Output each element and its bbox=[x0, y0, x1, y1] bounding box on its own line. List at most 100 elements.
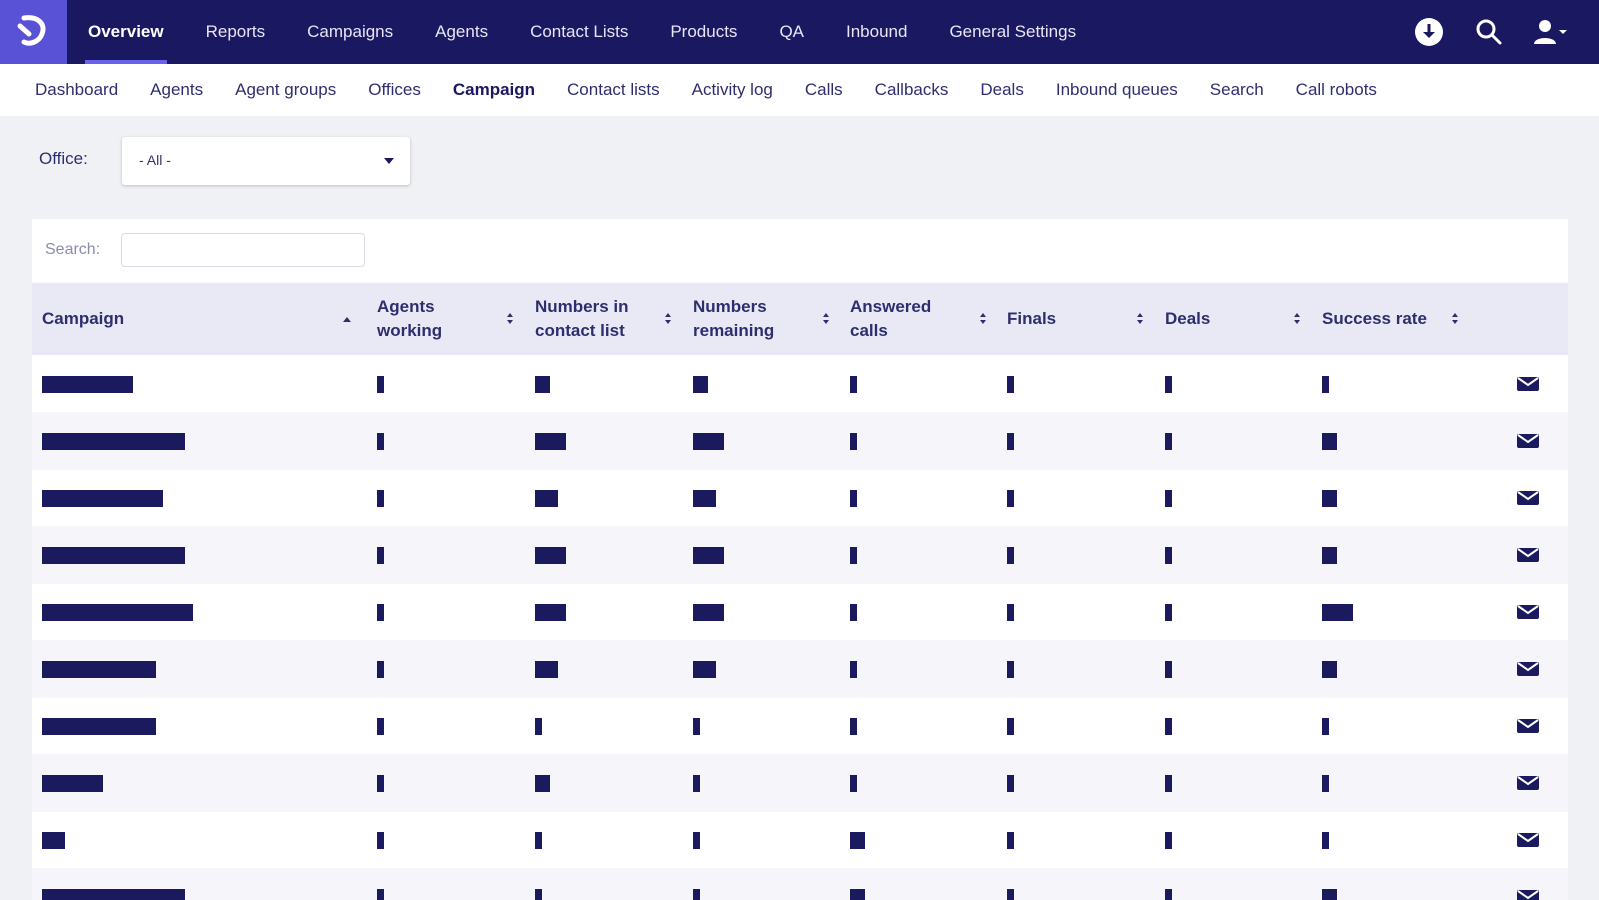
mail-icon[interactable] bbox=[1516, 603, 1540, 621]
redacted-cell-answered-calls bbox=[850, 604, 857, 621]
sort-icon[interactable] bbox=[507, 313, 515, 325]
app-logo[interactable] bbox=[0, 0, 67, 64]
column-header-deals[interactable]: Deals bbox=[1165, 283, 1280, 355]
nav-campaigns[interactable]: Campaigns bbox=[286, 0, 414, 64]
table-row[interactable] bbox=[32, 355, 1568, 413]
subnav-calls[interactable]: Calls bbox=[789, 64, 859, 116]
subnav-call-robots[interactable]: Call robots bbox=[1280, 64, 1393, 116]
redacted-cell-finals bbox=[1007, 376, 1014, 393]
user-menu-icon[interactable] bbox=[1533, 16, 1569, 48]
redacted-cell-success-rate bbox=[1322, 490, 1337, 507]
redacted-cell-agents-working bbox=[377, 376, 384, 393]
nav-qa[interactable]: QA bbox=[758, 0, 825, 64]
table-row[interactable] bbox=[32, 526, 1568, 584]
table-row[interactable] bbox=[32, 469, 1568, 527]
redacted-cell-campaign[interactable] bbox=[42, 718, 156, 735]
nav-products[interactable]: Products bbox=[649, 0, 758, 64]
redacted-cell-campaign[interactable] bbox=[42, 490, 163, 507]
table-row[interactable] bbox=[32, 754, 1568, 812]
mail-icon[interactable] bbox=[1516, 432, 1540, 450]
subnav-inbound-queues[interactable]: Inbound queues bbox=[1040, 64, 1194, 116]
column-header-success-rate[interactable]: Success rate bbox=[1322, 283, 1447, 355]
redacted-cell-agents-working bbox=[377, 775, 384, 792]
table-row[interactable] bbox=[32, 640, 1568, 698]
column-header-label: Deals bbox=[1165, 309, 1211, 328]
redacted-cell-answered-calls bbox=[850, 490, 857, 507]
redacted-cell-campaign[interactable] bbox=[42, 889, 185, 900]
mail-icon[interactable] bbox=[1516, 888, 1540, 900]
redacted-cell-agents-working bbox=[377, 661, 384, 678]
nav-contact-lists[interactable]: Contact Lists bbox=[509, 0, 649, 64]
sort-icon[interactable] bbox=[1294, 313, 1302, 325]
column-header-numbers-in-contact-list[interactable]: Numbers in contact list bbox=[535, 283, 650, 355]
mail-icon[interactable] bbox=[1516, 375, 1540, 393]
nav-general-settings[interactable]: General Settings bbox=[928, 0, 1097, 64]
subnav-agent-groups[interactable]: Agent groups bbox=[219, 64, 352, 116]
sort-icon[interactable] bbox=[1137, 313, 1145, 325]
subnav-offices[interactable]: Offices bbox=[352, 64, 437, 116]
subnav-deals[interactable]: Deals bbox=[964, 64, 1039, 116]
column-header-label: Answered calls bbox=[850, 297, 932, 340]
subnav-search[interactable]: Search bbox=[1194, 64, 1280, 116]
redacted-cell-numbers-in-contact-list bbox=[535, 490, 558, 507]
redacted-cell-answered-calls bbox=[850, 661, 857, 678]
office-select[interactable]: - All - bbox=[122, 137, 410, 185]
column-header-finals[interactable]: Finals bbox=[1007, 283, 1122, 355]
column-header-campaign[interactable]: Campaign bbox=[42, 283, 354, 355]
subnav-callbacks[interactable]: Callbacks bbox=[859, 64, 965, 116]
mail-icon[interactable] bbox=[1516, 831, 1540, 849]
column-header-numbers-remaining[interactable]: Numbers remaining bbox=[693, 283, 808, 355]
redacted-cell-campaign[interactable] bbox=[42, 604, 193, 621]
redacted-cell-finals bbox=[1007, 547, 1014, 564]
table-row[interactable] bbox=[32, 868, 1568, 900]
table-row[interactable] bbox=[32, 583, 1568, 641]
subnav-activity-log[interactable]: Activity log bbox=[676, 64, 789, 116]
column-header-label: Numbers in contact list bbox=[535, 297, 629, 340]
nav-overview[interactable]: Overview bbox=[67, 0, 185, 64]
redacted-cell-campaign[interactable] bbox=[42, 547, 185, 564]
mail-icon[interactable] bbox=[1516, 546, 1540, 564]
redacted-cell-campaign[interactable] bbox=[42, 775, 103, 792]
subnav-contact-lists[interactable]: Contact lists bbox=[551, 64, 676, 116]
table-row[interactable] bbox=[32, 412, 1568, 470]
table-row[interactable] bbox=[32, 811, 1568, 869]
redacted-cell-deals bbox=[1165, 775, 1172, 792]
mail-icon[interactable] bbox=[1516, 660, 1540, 678]
nav-agents[interactable]: Agents bbox=[414, 0, 509, 64]
subnav-agents[interactable]: Agents bbox=[134, 64, 219, 116]
download-icon[interactable] bbox=[1413, 16, 1445, 48]
redacted-cell-success-rate bbox=[1322, 889, 1337, 900]
campaign-table-card: Search: Campaign Agents working Numbers … bbox=[32, 219, 1568, 900]
redacted-cell-numbers-in-contact-list bbox=[535, 604, 566, 621]
column-header-answered-calls[interactable]: Answered calls bbox=[850, 283, 965, 355]
nav-reports[interactable]: Reports bbox=[185, 0, 287, 64]
column-header-agents-working[interactable]: Agents working bbox=[377, 283, 487, 355]
office-filter-label: Office: bbox=[39, 149, 88, 168]
redacted-cell-campaign[interactable] bbox=[42, 376, 133, 393]
search-icon[interactable] bbox=[1473, 16, 1505, 48]
mail-icon[interactable] bbox=[1516, 774, 1540, 792]
redacted-cell-answered-calls bbox=[850, 889, 865, 900]
subnav-campaign[interactable]: Campaign bbox=[437, 64, 551, 116]
redacted-cell-finals bbox=[1007, 604, 1014, 621]
table-row[interactable] bbox=[32, 697, 1568, 755]
sort-icon[interactable] bbox=[980, 313, 988, 325]
table-search-input[interactable] bbox=[121, 233, 365, 267]
redacted-cell-success-rate bbox=[1322, 604, 1353, 621]
sort-icon[interactable] bbox=[1452, 313, 1460, 325]
mail-icon[interactable] bbox=[1516, 489, 1540, 507]
redacted-cell-campaign[interactable] bbox=[42, 832, 65, 849]
subnav-dashboard[interactable]: Dashboard bbox=[19, 64, 134, 116]
sort-ascending-icon[interactable] bbox=[343, 313, 351, 325]
mail-icon[interactable] bbox=[1516, 717, 1540, 735]
redacted-cell-campaign[interactable] bbox=[42, 433, 185, 450]
redacted-cell-agents-working bbox=[377, 832, 384, 849]
redacted-cell-campaign[interactable] bbox=[42, 661, 156, 678]
nav-inbound[interactable]: Inbound bbox=[825, 0, 928, 64]
redacted-cell-success-rate bbox=[1322, 661, 1337, 678]
redacted-cell-finals bbox=[1007, 775, 1014, 792]
office-select-value: - All - bbox=[139, 152, 171, 168]
sort-icon[interactable] bbox=[665, 313, 673, 325]
main-nav: Overview Reports Campaigns Agents Contac… bbox=[67, 0, 1097, 64]
sort-icon[interactable] bbox=[823, 313, 831, 325]
